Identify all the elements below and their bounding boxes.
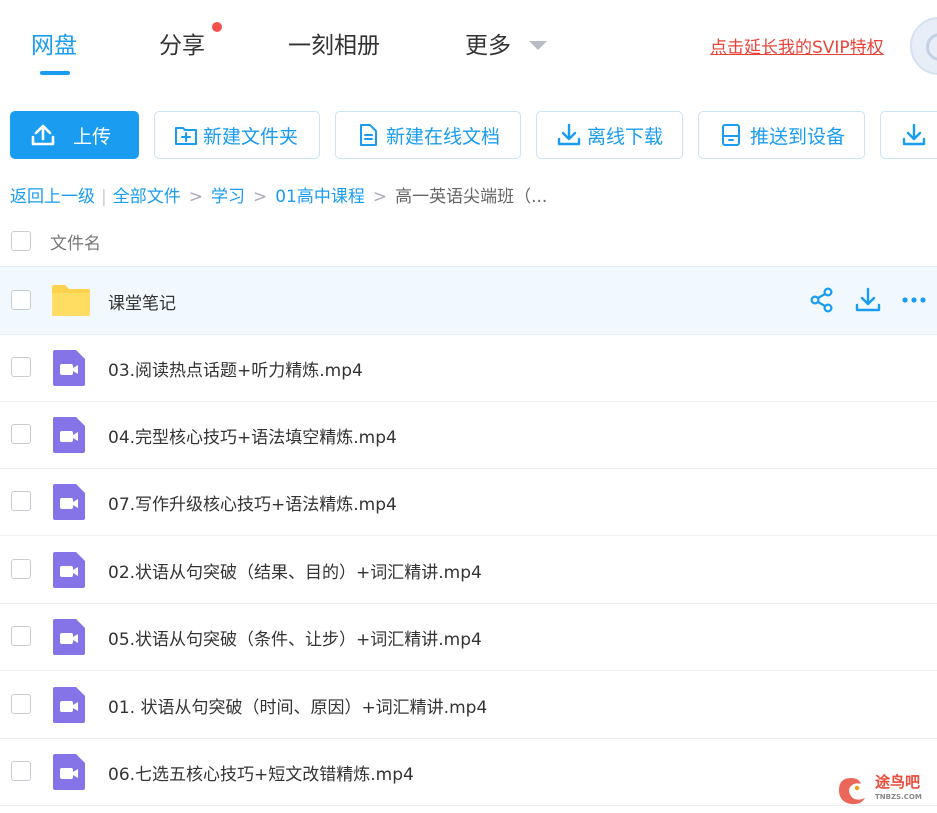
file-name[interactable]: 05.状语从句突破（条件、让步）+词汇精讲.mp4 [108, 625, 482, 650]
video-file-icon [53, 552, 85, 588]
file-name[interactable]: 课堂笔记 [108, 289, 176, 314]
breadcrumb-separator: > [372, 187, 388, 207]
upload-button[interactable]: 上传 [10, 111, 139, 159]
file-name[interactable]: 03.阅读热点话题+听力精炼.mp4 [108, 356, 363, 381]
row-checkbox[interactable] [11, 626, 31, 646]
download-icon [902, 123, 926, 146]
push-to-device-label: 推送到设备 [750, 125, 846, 148]
offline-download-label: 离线下载 [587, 125, 664, 148]
bird-logo-icon [839, 778, 865, 805]
watermark-subtext: TNBZS.COM [875, 793, 922, 801]
row-checkbox[interactable] [11, 424, 31, 444]
list-item-folder[interactable]: 课堂笔记 [0, 266, 937, 335]
tab-moment-album[interactable]: 一刻相册 [288, 26, 380, 60]
list-item[interactable]: 03.阅读热点话题+听力精炼.mp4 [0, 334, 937, 402]
list-item[interactable]: 06.七选五核心技巧+短文改错精炼.mp4 [0, 738, 937, 806]
video-file-icon [53, 350, 85, 386]
notification-dot [212, 22, 222, 32]
folder-icon [52, 285, 90, 316]
device-icon [722, 124, 740, 146]
video-file-icon [53, 754, 85, 790]
top-nav: 网盘 分享 一刻相册 更多 点击延长我的SVIP特权 [0, 0, 937, 90]
breadcrumb-separator: > [188, 187, 203, 207]
row-actions [809, 287, 927, 313]
video-file-icon [53, 687, 85, 723]
list-item[interactable]: 05.状语从句突破（条件、让步）+词汇精讲.mp4 [0, 603, 937, 671]
breadcrumb-divider: | [101, 187, 107, 207]
tab-more[interactable]: 更多 [465, 26, 511, 60]
tab-netdisk[interactable]: 网盘 [31, 26, 77, 60]
list-header: 文件名 [0, 216, 937, 266]
column-header-filename[interactable]: 文件名 [50, 229, 101, 254]
new-online-doc-label: 新建在线文档 [386, 125, 501, 148]
select-all-checkbox[interactable] [11, 231, 31, 251]
active-tab-indicator [40, 71, 70, 75]
watermark-text: 途鸟吧 TNBZS.COM [875, 775, 922, 805]
file-name[interactable]: 02.状语从句突破（结果、目的）+词汇精讲.mp4 [108, 558, 482, 583]
new-folder-label: 新建文件夹 [203, 125, 299, 148]
toolbar: 上传 新建文件夹 新建在线文档 离线下载 推送到设备 [0, 100, 937, 170]
avatar[interactable] [910, 17, 937, 75]
new-online-doc-button[interactable]: 新建在线文档 [335, 111, 521, 159]
tab-share[interactable]: 分享 [159, 26, 205, 60]
share-icon[interactable] [809, 287, 835, 313]
list-item[interactable]: 01. 状语从句突破（时间、原因）+词汇精讲.mp4 [0, 671, 937, 739]
svip-renew-link[interactable]: 点击延长我的SVIP特权 [710, 33, 884, 58]
video-file-icon [53, 619, 85, 655]
row-checkbox[interactable] [11, 290, 31, 310]
download-icon [557, 123, 581, 146]
row-checkbox[interactable] [11, 491, 31, 511]
breadcrumb: 返回上一级 | 全部文件 > 学习 >01高中课程 > 高一英语尖端班（... [10, 182, 547, 207]
more-icon[interactable] [901, 287, 927, 313]
document-icon [360, 124, 377, 146]
new-folder-button[interactable]: 新建文件夹 [154, 111, 320, 159]
breadcrumb-high-school[interactable]: 01高中课程 [275, 187, 365, 207]
row-checkbox[interactable] [11, 559, 31, 579]
upload-label: 上传 [73, 125, 112, 148]
list-item[interactable]: 02.状语从句突破（结果、目的）+词汇精讲.mp4 [0, 536, 937, 604]
file-name[interactable]: 04.完型核心技巧+语法填空精炼.mp4 [108, 423, 397, 448]
breadcrumb-current: 高一英语尖端班（... [395, 187, 548, 207]
breadcrumb-back[interactable]: 返回上一级 [10, 187, 95, 207]
row-checkbox[interactable] [11, 357, 31, 377]
more-download-button[interactable] [880, 111, 937, 159]
file-name[interactable]: 07.写作升级核心技巧+语法精炼.mp4 [108, 490, 397, 515]
list-item[interactable]: 07.写作升级核心技巧+语法精炼.mp4 [0, 468, 937, 536]
watermark: 途鸟吧 TNBZS.COM [835, 774, 922, 806]
row-checkbox[interactable] [11, 761, 31, 781]
breadcrumb-all-files[interactable]: 全部文件 [113, 187, 181, 207]
row-checkbox[interactable] [11, 694, 31, 714]
chevron-down-icon[interactable] [529, 41, 547, 50]
file-name[interactable]: 01. 状语从句突破（时间、原因）+词汇精讲.mp4 [108, 693, 487, 718]
video-file-icon [53, 484, 85, 520]
download-icon[interactable] [855, 287, 881, 313]
video-file-icon [53, 417, 85, 453]
upload-icon [31, 124, 55, 146]
push-to-device-button[interactable]: 推送到设备 [698, 111, 865, 159]
breadcrumb-study[interactable]: 学习 [211, 187, 245, 207]
breadcrumb-separator: > [252, 187, 268, 207]
list-item[interactable]: 04.完型核心技巧+语法填空精炼.mp4 [0, 401, 937, 469]
new-folder-icon [175, 127, 197, 145]
file-name[interactable]: 06.七选五核心技巧+短文改错精炼.mp4 [108, 760, 414, 785]
offline-download-button[interactable]: 离线下载 [536, 111, 683, 159]
